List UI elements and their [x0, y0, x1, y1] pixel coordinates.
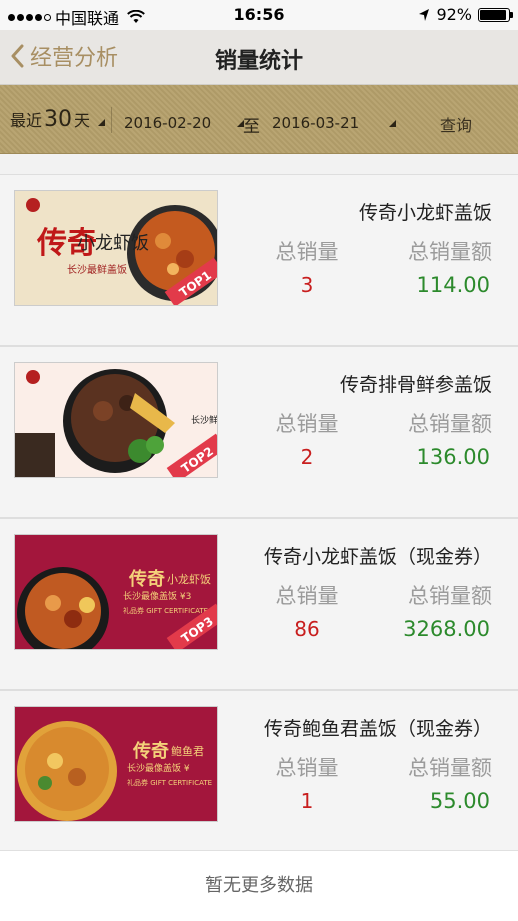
- thumb-sub: 长沙最鲜盖饭: [67, 263, 127, 276]
- back-label: 经营分析: [30, 46, 119, 71]
- battery-icon: [478, 7, 513, 22]
- thumb-side: 长沙鲜: [191, 414, 217, 426]
- qty-label: 总销量: [275, 240, 339, 264]
- query-button[interactable]: 查询: [440, 112, 472, 136]
- dish-name: 传奇小龙虾盖饭（现金券）: [263, 546, 492, 568]
- end-date: 2016-03-21: [272, 114, 360, 132]
- status-bar: 中国联通 16:56 92%: [0, 0, 518, 30]
- amount-label: 总销量额: [408, 756, 492, 780]
- thumb-line: 小龙虾饭: [77, 233, 149, 253]
- location-arrow-icon: [419, 8, 430, 21]
- dish-name: 传奇鲍鱼君盖饭（现金券）: [263, 718, 492, 740]
- thumb-line: 鲍鱼君: [171, 744, 204, 758]
- list-item[interactable]: 传奇 小龙虾饭 长沙最像盖饭 ¥3 礼品券 GIFT CERTIFICATE T…: [0, 518, 518, 690]
- qty-label: 总销量: [275, 584, 339, 608]
- range-prefix: 最近: [10, 111, 43, 130]
- amount-label: 总销量额: [408, 412, 492, 436]
- dropdown-corner-icon: [389, 119, 397, 127]
- list-item[interactable]: 传奇 鲍鱼君 长沙最像盖饭 ¥ 礼品券 GIFT CERTIFICATE 传奇鲍…: [0, 690, 518, 862]
- list-top-gap: [0, 154, 518, 174]
- qty-value: 1: [300, 789, 314, 813]
- list-item[interactable]: 长沙鲜 TOP2 传奇排骨鲜参盖饭 总销量 总销量额 2 136.00: [0, 346, 518, 518]
- dish-image: 传奇 小龙虾饭 长沙最像盖饭 ¥3 礼品券 GIFT CERTIFICATE T…: [14, 534, 218, 650]
- filter-divider: [111, 107, 112, 133]
- amount-value: 3268.00: [403, 617, 490, 641]
- chevron-left-icon: [11, 44, 24, 68]
- thumb-sub: 长沙最像盖饭 ¥3: [123, 590, 191, 602]
- range-days: 30: [44, 107, 73, 132]
- list-item[interactable]: 传奇 小龙虾饭 长沙最鲜盖饭 TOP1 传奇小龙虾盖饭 总销量 总销量额 3 1…: [0, 174, 518, 346]
- back-button[interactable]: 经营分析: [10, 40, 118, 72]
- filter-bar: 最近 30 天 2016-02-20 至 2016-03-21 查询: [0, 85, 518, 154]
- dish-image: 传奇 小龙虾饭 长沙最鲜盖饭 TOP1: [14, 190, 218, 306]
- dropdown-corner-icon: [98, 119, 106, 126]
- to-label: 至: [243, 117, 260, 137]
- dish-image: 传奇 鲍鱼君 长沙最像盖饭 ¥ 礼品券 GIFT CERTIFICATE: [14, 706, 218, 822]
- thumb-brand: 传奇: [128, 568, 165, 589]
- no-more-data: 暂无更多数据: [0, 850, 518, 921]
- thumb-brand: 传奇: [132, 740, 169, 761]
- battery-percent: 92%: [436, 5, 472, 24]
- qty-value: 3: [300, 273, 314, 297]
- thumb-sub: 长沙最像盖饭 ¥: [127, 762, 190, 774]
- qty-value: 2: [300, 445, 314, 469]
- thumb-line: 小龙虾饭: [167, 573, 211, 586]
- thumb-note: 礼品券 GIFT CERTIFICATE: [123, 606, 208, 615]
- thumb-note: 礼品券 GIFT CERTIFICATE: [127, 778, 212, 787]
- dish-image: 长沙鲜 TOP2: [14, 362, 218, 478]
- start-date: 2016-02-20: [124, 114, 212, 132]
- dish-name: 传奇排骨鲜参盖饭: [339, 374, 492, 396]
- range-suffix: 天: [74, 111, 91, 130]
- status-right: 92%: [418, 5, 513, 24]
- dish-name: 传奇小龙虾盖饭: [358, 202, 492, 224]
- qty-label: 总销量: [275, 412, 339, 436]
- amount-value: 55.00: [429, 789, 490, 813]
- amount-value: 114.00: [416, 273, 490, 297]
- range-select[interactable]: 最近 30 天: [10, 107, 106, 132]
- amount-label: 总销量额: [408, 240, 492, 264]
- battery-fill: [480, 9, 506, 20]
- qty-value: 86: [294, 617, 320, 641]
- start-date-picker[interactable]: 2016-02-20: [124, 114, 245, 132]
- amount-label: 总销量额: [408, 584, 492, 608]
- nav-bar: 经营分析 销量统计: [0, 30, 518, 85]
- qty-label: 总销量: [275, 756, 339, 780]
- end-date-picker[interactable]: 2016-03-21: [272, 114, 397, 132]
- amount-value: 136.00: [416, 445, 490, 469]
